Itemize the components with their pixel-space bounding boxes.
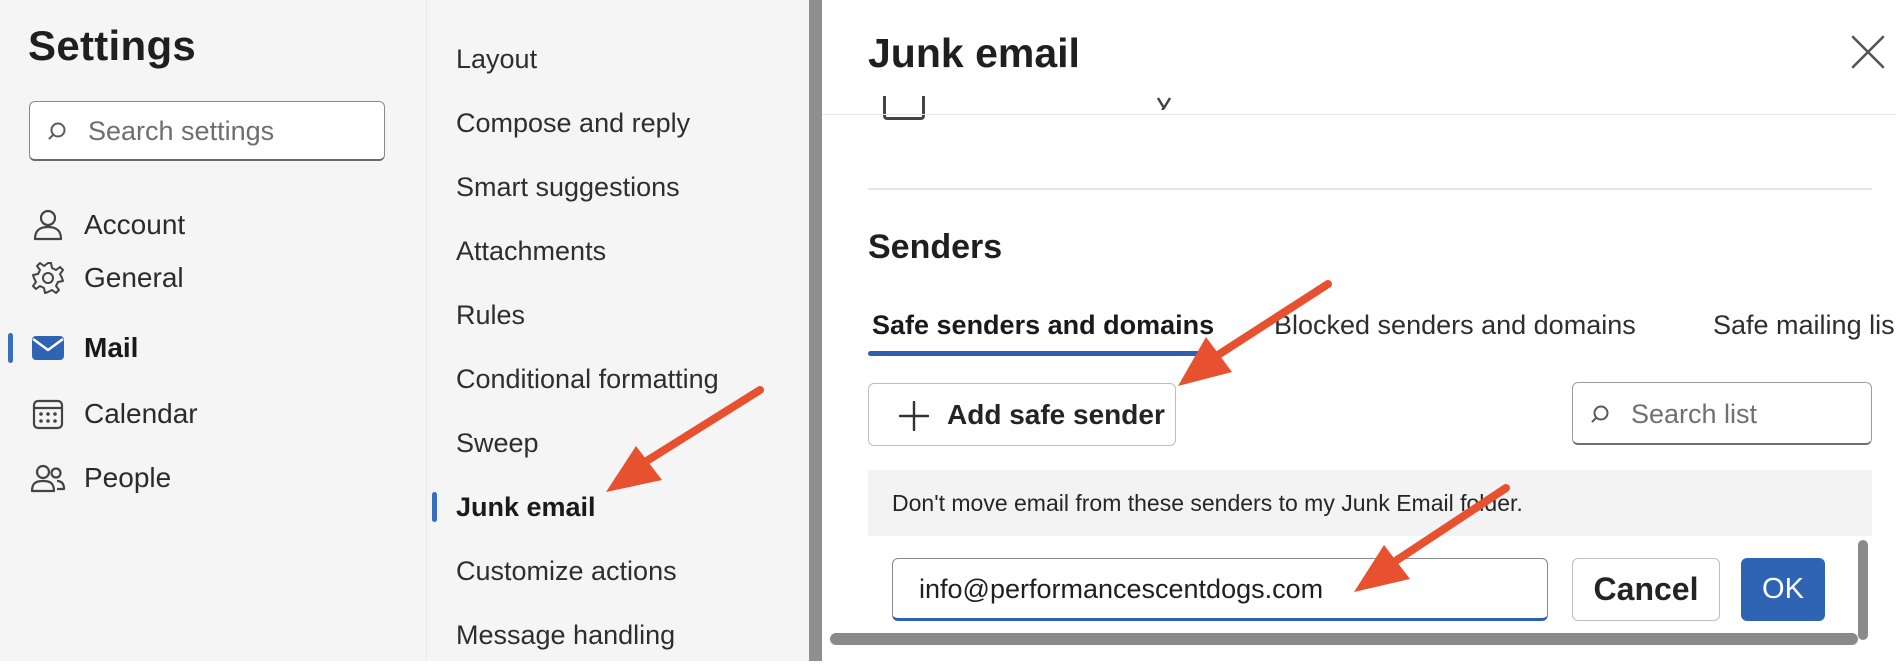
horizontal-scrollbar[interactable] [830, 633, 1858, 645]
menu-item-smart-suggestions[interactable]: Smart suggestions [456, 172, 680, 222]
nav-label-account: Account [84, 209, 186, 240]
search-list-input[interactable] [1629, 385, 1869, 443]
safe-sender-email-input[interactable] [917, 559, 1541, 619]
gear-icon [32, 262, 64, 294]
search-settings-input[interactable] [86, 102, 380, 160]
vertical-scrollbar[interactable] [1858, 540, 1868, 640]
nav-item-mail[interactable]: Mail [0, 318, 426, 378]
menu-item-sweep[interactable]: Sweep [456, 428, 539, 478]
panel-title: Junk email [868, 30, 1080, 76]
nav-item-account[interactable]: Account [0, 195, 426, 255]
menu-item-message-handling[interactable]: Message handling [456, 620, 675, 670]
checkbox-partially-scrolled[interactable] [883, 96, 925, 120]
search-icon [48, 122, 66, 140]
nav-item-calendar[interactable]: Calendar [0, 384, 426, 444]
tab-blocked-senders[interactable]: Blocked senders and domains [1274, 310, 1636, 356]
tab-safe-senders[interactable]: Safe senders and domains [872, 310, 1214, 356]
nav-label-people: People [84, 462, 172, 493]
safe-sender-email-field[interactable] [892, 558, 1548, 621]
nav-label-general: General [84, 262, 184, 293]
add-safe-sender-button[interactable]: Add safe sender [868, 383, 1176, 446]
cancel-button[interactable]: Cancel [1572, 558, 1720, 621]
ok-button[interactable]: OK [1741, 558, 1825, 621]
section-separator [868, 188, 1872, 190]
menu-item-customize-actions[interactable]: Customize actions [456, 556, 677, 606]
menu-item-attachments[interactable]: Attachments [456, 236, 606, 286]
nav-item-general[interactable]: General [0, 248, 426, 308]
menu-item-compose-and-reply[interactable]: Compose and reply [456, 108, 690, 158]
pane-divider [809, 0, 822, 661]
menu-selection-indicator [432, 492, 437, 522]
settings-title: Settings [28, 22, 197, 69]
close-icon[interactable] [1850, 34, 1886, 70]
nav-label-calendar: Calendar [84, 398, 198, 429]
menu-item-junk-email[interactable]: Junk email [456, 492, 596, 542]
nav-item-people[interactable]: People [0, 448, 426, 508]
add-safe-sender-label: Add safe sender [947, 399, 1165, 430]
mail-icon [32, 336, 64, 360]
header-separator [822, 114, 1896, 115]
nav-label-mail: Mail [84, 332, 139, 363]
menu-item-conditional-formatting[interactable]: Conditional formatting [456, 364, 719, 414]
active-tab-underline [868, 351, 1202, 356]
calendar-icon [32, 399, 64, 430]
search-list-box[interactable] [1572, 382, 1872, 445]
search-icon [1591, 405, 1609, 423]
plus-icon [899, 401, 929, 431]
person-icon [33, 209, 63, 241]
menu-item-rules[interactable]: Rules [456, 300, 525, 350]
scrolled-text-fragment [1156, 97, 1172, 110]
tab-safe-mailing-lists[interactable]: Safe mailing lis [1713, 310, 1896, 356]
safe-senders-info-text: Don't move email from these senders to m… [892, 490, 1523, 516]
senders-heading: Senders [868, 228, 1003, 266]
people-icon [30, 464, 66, 493]
menu-item-layout[interactable]: Layout [456, 44, 537, 94]
search-settings-box[interactable] [29, 101, 385, 161]
